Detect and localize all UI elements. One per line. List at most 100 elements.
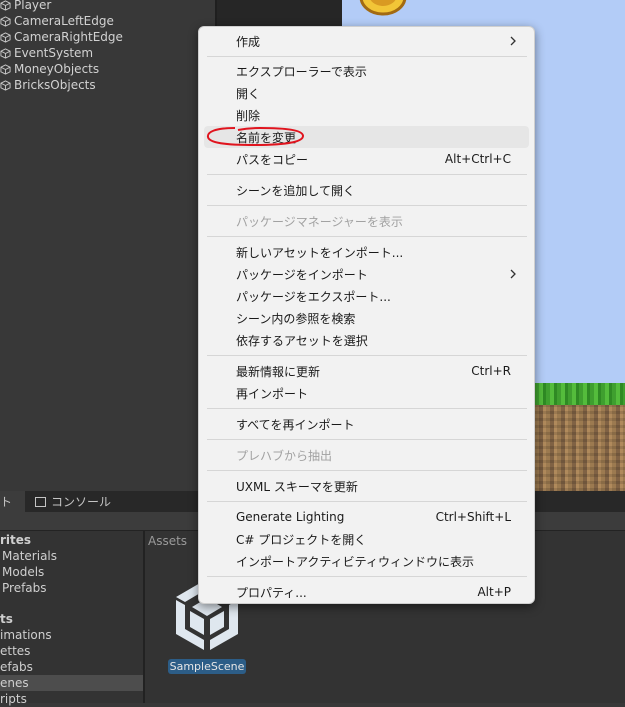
menu-separator bbox=[207, 205, 527, 206]
menu-separator bbox=[207, 439, 527, 440]
project-folder-tree: rites Materials Models Prefabs ts imatio… bbox=[0, 531, 143, 706]
gameobject-cube-icon bbox=[0, 79, 11, 91]
menu-item-show-in-import-activity[interactable]: インポートアクティビティウィンドウに表示 bbox=[204, 550, 529, 572]
menu-item-reimport-all[interactable]: すべてを再インポート bbox=[204, 413, 529, 435]
menu-separator bbox=[207, 470, 527, 471]
tab-project[interactable]: ト bbox=[0, 491, 25, 512]
menu-item-create[interactable]: 作成 bbox=[204, 30, 529, 52]
menu-item-label: パッケージをエクスポート... bbox=[236, 289, 391, 304]
gameobject-cube-icon bbox=[0, 63, 11, 75]
menu-item-open-csharp-project[interactable]: C# プロジェクトを開く bbox=[204, 528, 529, 550]
menu-item-label: インポートアクティビティウィンドウに表示 bbox=[236, 554, 474, 569]
menu-item-open[interactable]: 開く bbox=[204, 82, 529, 104]
menu-item-label: シーンを追加して開く bbox=[236, 183, 356, 198]
menu-item-label: エクスプローラーで表示 bbox=[236, 64, 367, 79]
menu-item-label: パッケージをインポート bbox=[236, 267, 368, 282]
menu-item-label: 作成 bbox=[236, 34, 261, 49]
hierarchy-item[interactable]: Player bbox=[0, 0, 51, 13]
dirt-tile bbox=[535, 405, 625, 491]
tree-item-label: Materials bbox=[2, 549, 58, 563]
menu-item-generate-lighting[interactable]: Generate Lighting Ctrl+Shift+L bbox=[204, 506, 529, 528]
tree-item[interactable]: Prefabs bbox=[0, 580, 47, 596]
menu-shortcut: Alt+P bbox=[477, 585, 511, 599]
menu-item-label: プレハブから抽出 bbox=[236, 448, 333, 463]
tree-item[interactable]: rites bbox=[0, 532, 31, 548]
hierarchy-item-label: MoneyObjects bbox=[14, 62, 100, 76]
menu-item-show-package-manager: パッケージマネージャーを表示 bbox=[204, 210, 529, 232]
hierarchy-item-label: Player bbox=[14, 0, 52, 12]
menu-item-import-package[interactable]: パッケージをインポート bbox=[204, 263, 529, 285]
menu-item-select-dependencies[interactable]: 依存するアセットを選択 bbox=[204, 329, 529, 351]
tab-console[interactable]: コンソール bbox=[35, 491, 111, 512]
menu-separator bbox=[207, 56, 527, 57]
menu-item-label: パッケージマネージャーを表示 bbox=[236, 214, 403, 229]
menu-separator bbox=[207, 236, 527, 237]
hierarchy-item[interactable]: BricksObjects bbox=[0, 77, 96, 93]
menu-separator bbox=[207, 174, 527, 175]
tree-item[interactable]: Materials bbox=[0, 548, 57, 564]
menu-shortcut: Ctrl+Shift+L bbox=[435, 510, 511, 524]
menu-item-label: 依存するアセットを選択 bbox=[236, 333, 368, 348]
menu-separator bbox=[207, 355, 527, 356]
menu-item-label: プロパティ... bbox=[236, 585, 307, 600]
hierarchy-item[interactable]: CameraLeftEdge bbox=[0, 13, 114, 29]
menu-item-find-references-in-scene[interactable]: シーン内の参照を検索 bbox=[204, 307, 529, 329]
menu-item-label: C# プロジェクトを開く bbox=[236, 532, 367, 547]
gameobject-cube-icon bbox=[0, 47, 11, 59]
menu-separator bbox=[207, 576, 527, 577]
hierarchy-item[interactable]: CameraRightEdge bbox=[0, 29, 123, 45]
menu-item-label: 最新情報に更新 bbox=[236, 364, 321, 379]
menu-item-extract-from-prefab: プレハブから抽出 bbox=[204, 444, 529, 466]
hierarchy-item[interactable]: MoneyObjects bbox=[0, 61, 99, 77]
console-icon bbox=[35, 496, 46, 507]
coin-sprite-icon bbox=[359, 0, 407, 16]
tree-item[interactable]: imations bbox=[0, 627, 52, 643]
tree-item-label: ts bbox=[0, 612, 13, 626]
menu-item-add-scene-open[interactable]: シーンを追加して開く bbox=[204, 179, 529, 201]
menu-item-label: シーン内の参照を検索 bbox=[236, 311, 356, 326]
chevron-right-icon bbox=[510, 269, 516, 279]
hierarchy-item-label: EventSystem bbox=[14, 46, 94, 60]
scene-asset-label[interactable]: SampleScene bbox=[168, 659, 246, 674]
menu-item-export-package[interactable]: パッケージをエクスポート... bbox=[204, 285, 529, 307]
menu-item-update-uxml-schema[interactable]: UXML スキーマを更新 bbox=[204, 475, 529, 497]
menu-separator bbox=[207, 408, 527, 409]
menu-separator bbox=[207, 501, 527, 502]
menu-item-delete[interactable]: 削除 bbox=[204, 104, 529, 126]
menu-item-refresh[interactable]: 最新情報に更新 Ctrl+R bbox=[204, 360, 529, 382]
tab-project-label: ト bbox=[0, 495, 13, 509]
tree-item[interactable]: ts bbox=[0, 611, 13, 627]
chevron-right-icon bbox=[510, 36, 516, 46]
menu-item-label: すべてを再インポート bbox=[236, 417, 355, 432]
menu-item-properties[interactable]: プロパティ... Alt+P bbox=[204, 581, 529, 603]
tree-item-label: Models bbox=[2, 565, 45, 579]
menu-item-label: 削除 bbox=[236, 108, 261, 123]
menu-item-import-new-asset[interactable]: 新しいアセットをインポート... bbox=[204, 241, 529, 263]
hierarchy-item[interactable]: EventSystem bbox=[0, 45, 93, 61]
hierarchy-item-label: CameraLeftEdge bbox=[14, 14, 114, 28]
tree-item[interactable]: ripts bbox=[0, 691, 27, 707]
tree-item-label: enes bbox=[0, 676, 29, 690]
tab-console-label: コンソール bbox=[51, 495, 112, 509]
menu-item-label: パスをコピー bbox=[236, 152, 309, 167]
context-menu: 作成 エクスプローラーで表示 開く 削除 名前を変更 パスをコピー Alt+Ct… bbox=[198, 26, 535, 604]
menu-item-copy-path[interactable]: パスをコピー Alt+Ctrl+C bbox=[204, 148, 529, 170]
menu-item-label: 新しいアセットをインポート... bbox=[236, 245, 404, 260]
menu-item-show-in-explorer[interactable]: エクスプローラーで表示 bbox=[204, 60, 529, 82]
tree-item[interactable]: Models bbox=[0, 564, 44, 580]
gameobject-cube-icon bbox=[0, 15, 11, 27]
tree-item[interactable]: ettes bbox=[0, 643, 30, 659]
menu-shortcut: Ctrl+R bbox=[471, 364, 511, 378]
tree-item-label: Prefabs bbox=[2, 581, 47, 595]
menu-shortcut: Alt+Ctrl+C bbox=[444, 152, 511, 166]
tree-item-selected[interactable]: enes bbox=[0, 675, 143, 691]
assets-breadcrumb[interactable]: Assets bbox=[148, 534, 187, 548]
hierarchy-item-label: BricksObjects bbox=[14, 78, 96, 92]
hierarchy-item-label: CameraRightEdge bbox=[14, 30, 123, 44]
tree-item-label: ripts bbox=[0, 692, 27, 706]
tree-item[interactable]: efabs bbox=[0, 659, 33, 675]
menu-item-reimport[interactable]: 再インポート bbox=[204, 382, 529, 404]
tree-item-label: imations bbox=[0, 628, 52, 642]
annotation-circle-icon bbox=[206, 126, 305, 147]
menu-item-label: 再インポート bbox=[236, 386, 309, 401]
